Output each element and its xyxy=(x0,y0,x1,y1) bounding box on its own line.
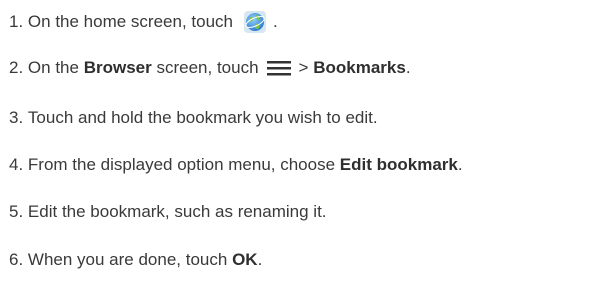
step-suffix: . xyxy=(257,250,263,269)
step-6: 6. When you are done, touch OK . xyxy=(9,249,262,271)
menu-icon xyxy=(266,60,291,76)
step-text: On the xyxy=(27,58,79,77)
step-2: 2. On the Browser screen, touch > Bookma… xyxy=(9,57,411,79)
step-text: Touch and hold the bookmark you wish to … xyxy=(27,108,378,127)
arrow-separator: > xyxy=(298,58,309,77)
step-number: 1. xyxy=(9,12,24,31)
step-number: 3. xyxy=(9,108,24,127)
ok-label: OK xyxy=(232,250,258,269)
step-text: On the home screen, touch xyxy=(27,12,233,31)
browser-globe-icon xyxy=(243,10,267,34)
browser-label: Browser xyxy=(83,58,152,77)
edit-bookmark-label: Edit bookmark xyxy=(339,155,458,174)
step-3: 3. Touch and hold the bookmark you wish … xyxy=(9,107,378,129)
step-text: From the displayed option menu, choose xyxy=(27,155,336,174)
step-5: 5. Edit the bookmark, such as renaming i… xyxy=(9,201,327,223)
step-4: 4. From the displayed option menu, choos… xyxy=(9,154,463,176)
instruction-steps: 1. On the home screen, touch . 2. On the… xyxy=(0,0,607,284)
step-suffix: . xyxy=(457,155,463,174)
step-suffix: . xyxy=(272,12,278,31)
step-number: 2. xyxy=(9,58,24,77)
step-text: When you are done, touch xyxy=(27,250,228,269)
step-text: Edit the bookmark, such as renaming it. xyxy=(27,202,327,221)
step-number: 5. xyxy=(9,202,24,221)
step-text-mid: screen, touch xyxy=(156,58,259,77)
step-number: 6. xyxy=(9,250,24,269)
bookmarks-label: Bookmarks xyxy=(313,58,406,77)
step-1: 1. On the home screen, touch . xyxy=(9,10,278,34)
step-suffix: . xyxy=(405,58,411,77)
step-number: 4. xyxy=(9,155,24,174)
